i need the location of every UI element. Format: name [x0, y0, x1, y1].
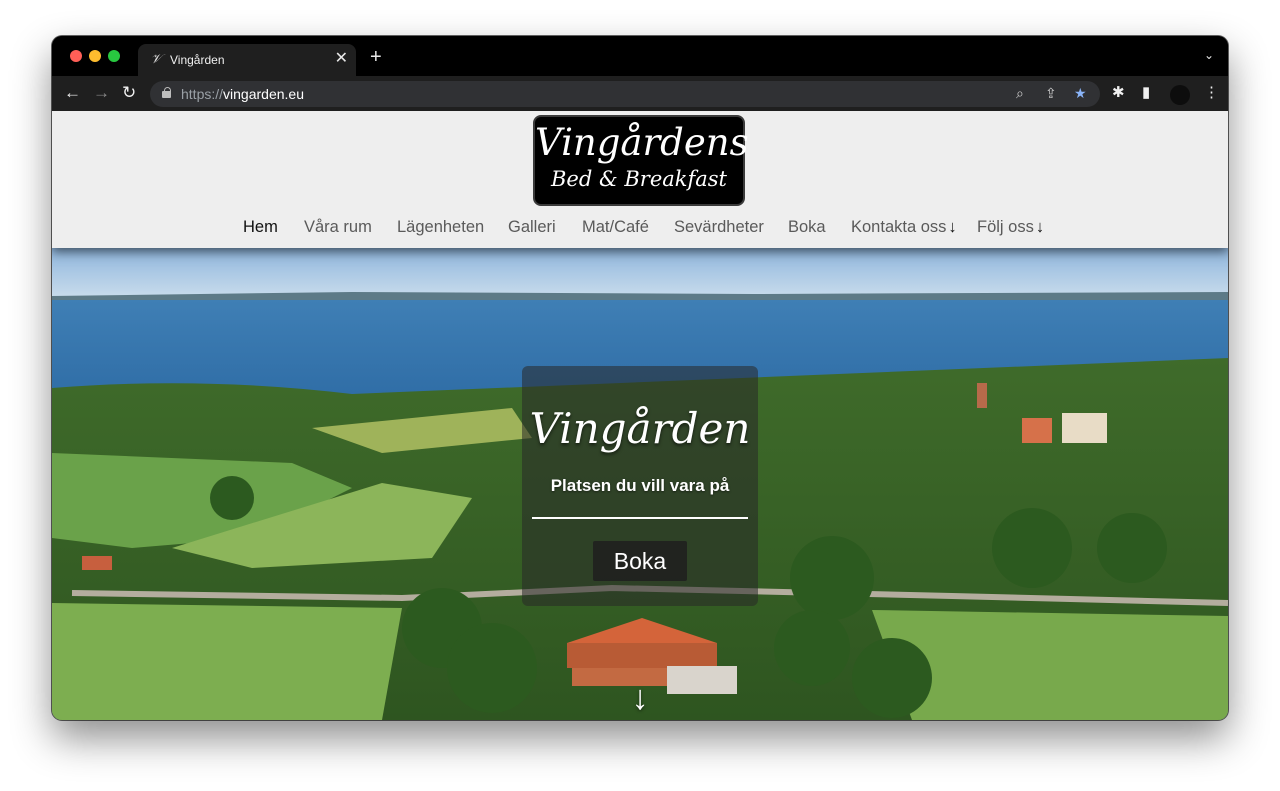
tab-title: Vingården [170, 53, 225, 67]
back-icon[interactable]: ← [64, 83, 81, 103]
dropdown-arrow-icon: ↓ [948, 218, 957, 236]
nav-item-folj-oss[interactable]: Följ oss ↓ [977, 218, 1044, 237]
share-icon[interactable]: ⇪ [1045, 85, 1057, 102]
nav-label: Mat/Café [582, 218, 649, 236]
tab-search-chevron-icon[interactable]: ⌄ [1204, 48, 1214, 62]
bookmark-star-icon[interactable]: ★ [1074, 85, 1087, 102]
zoom-window-button[interactable] [108, 50, 120, 62]
hero-section: Vingården Platsen du vill vara på Boka ↓ [52, 248, 1228, 720]
nav-item-mat-cafe[interactable]: Mat/Café [582, 218, 649, 237]
profile-avatar[interactable] [1170, 85, 1190, 105]
nav-item-boka[interactable]: Boka [788, 218, 826, 237]
nav-item-kontakta-oss[interactable]: Kontakta oss ↓ [851, 218, 957, 237]
nav-label: Kontakta oss [851, 218, 947, 236]
hero-card: Vingården Platsen du vill vara på Boka [522, 366, 758, 606]
book-button[interactable]: Boka [593, 541, 687, 581]
url-host: vingarden.eu [223, 86, 304, 102]
nav-item-lagenheten[interactable]: Lägenheten [397, 218, 484, 237]
nav-label: Sevärdheter [674, 218, 764, 236]
close-window-button[interactable] [70, 50, 82, 62]
kebab-menu-icon[interactable]: ⋮ [1204, 83, 1219, 103]
url-scheme: https:// [181, 86, 224, 102]
nav-item-vara-rum[interactable]: Våra rum [304, 218, 372, 237]
nav-label: Hem [243, 218, 278, 236]
minimize-window-button[interactable] [89, 50, 101, 62]
site-logo[interactable]: Vingårdens Bed & Breakfast [533, 115, 749, 206]
scroll-down-arrow-icon[interactable]: ↓ [608, 678, 672, 718]
close-tab-icon[interactable]: ✕ [335, 50, 348, 68]
url-text[interactable]: https://vingarden.eu [181, 86, 304, 102]
nav-item-sevardheter[interactable]: Sevärdheter [674, 218, 764, 237]
lock-icon[interactable] [162, 87, 171, 98]
hero-title: Vingården [529, 404, 751, 453]
new-tab-icon[interactable]: + [370, 47, 382, 67]
main-navigation: Hem Våra rum Lägenheten Galleri Mat/Café… [52, 218, 1228, 242]
browser-window: 𝒱 Vingården ✕ + ⌄ ← → ↻ https://vingarde… [52, 36, 1228, 720]
site-header: Vingårdens Bed & Breakfast Hem Våra rum … [52, 111, 1228, 248]
nav-label: Boka [788, 218, 826, 236]
dropdown-arrow-icon: ↓ [1035, 218, 1045, 236]
nav-item-galleri[interactable]: Galleri [508, 218, 556, 237]
web-page: Vingårdens Bed & Breakfast Hem Våra rum … [52, 111, 1228, 720]
side-panel-icon[interactable]: ▮ [1142, 83, 1150, 103]
nav-label: Våra rum [304, 218, 372, 236]
zoom-icon[interactable]: ⌕ [1016, 85, 1024, 102]
extensions-icon[interactable]: ✱ [1112, 83, 1125, 103]
address-bar[interactable]: https://vingarden.eu ⌕ ⇪ ★ [150, 81, 1100, 107]
hero-subtitle: Platsen du vill vara på [550, 476, 730, 495]
hero-divider [532, 517, 748, 519]
nav-label: Följ oss [977, 218, 1034, 236]
logo-title: Vingårdens [535, 121, 749, 164]
nav-label: Galleri [508, 218, 556, 236]
browser-toolbar: ← → ↻ https://vingarden.eu ⌕ ⇪ ★ ✱ ▮ ⋮ [52, 76, 1228, 111]
tab-vingarden[interactable]: 𝒱 Vingården ✕ [138, 44, 356, 76]
tab-bar: 𝒱 Vingården ✕ + ⌄ [52, 36, 1228, 76]
forward-icon[interactable]: → [93, 83, 110, 103]
reload-icon[interactable]: ↻ [122, 83, 136, 103]
nav-item-hem[interactable]: Hem [243, 218, 278, 237]
favicon-icon: 𝒱 [150, 52, 162, 67]
logo-subtitle: Bed & Breakfast [551, 167, 727, 191]
nav-label: Lägenheten [397, 218, 485, 236]
